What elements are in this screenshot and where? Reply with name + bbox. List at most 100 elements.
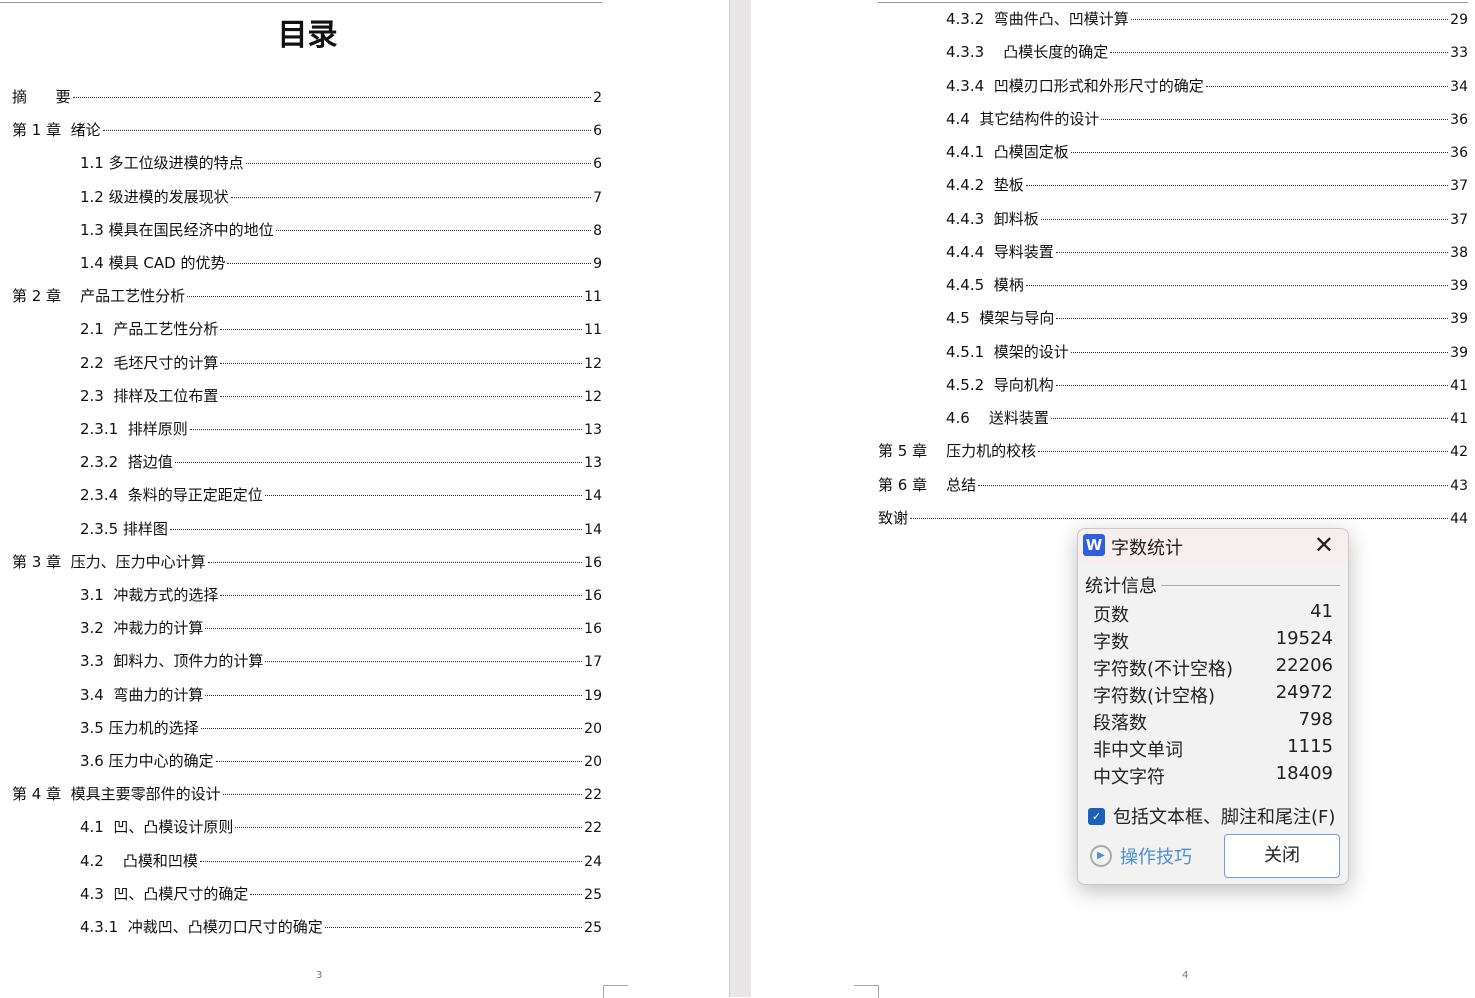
toc-entry-page: 12 — [584, 355, 602, 372]
dot-leader — [910, 517, 1449, 519]
stat-row: 字符数(不计空格) 22206 — [1093, 655, 1333, 681]
toc-entry[interactable]: 4.4.1 凸模固定板 36 — [946, 141, 1468, 163]
include-textbox-footnotes-checkbox[interactable]: ✓ 包括文本框、脚注和尾注(F) — [1088, 803, 1335, 829]
toc-entry[interactable]: 4.3.2 弯曲件凸、凹模计算 29 — [946, 8, 1468, 30]
toc-entry[interactable]: 4.3.1 冲裁凹、凸模刃口尺寸的确定 25 — [80, 916, 602, 938]
toc-entry[interactable]: 4.3.4 凹模刃口形式和外形尺寸的确定 34 — [946, 75, 1468, 97]
toc-entry-page: 37 — [1450, 211, 1468, 228]
toc-entry[interactable]: 4.3.3 凸模长度的确定 33 — [946, 41, 1468, 63]
word-count-dialog: W 字数统计 ✕ 统计信息 页数 41 字数 19524 字符数(不计空格) 22206 字… — [1077, 528, 1349, 885]
dot-leader — [72, 97, 592, 98]
toc-entry-label: 4.5.2 导向机构 — [946, 375, 1054, 394]
toc-entry[interactable]: 3.5 压力机的选择 20 — [80, 717, 602, 739]
toc-entry-label: 4.4.1 凸模固定板 — [946, 143, 1069, 161]
stat-label: 中文字符 — [1093, 767, 1165, 788]
toc-entry-page: 38 — [1450, 244, 1468, 261]
toc-entry-page: 2 — [593, 90, 602, 106]
dot-leader — [1110, 52, 1449, 54]
toc-entry[interactable]: 4.5.1 模架的设计 39 — [946, 341, 1468, 363]
toc-entry-label: 致谢 — [878, 508, 909, 527]
toc-entry[interactable]: 2.3.4 条料的导正定距定位 14 — [80, 484, 602, 506]
toc-entry-page: 11 — [584, 289, 602, 306]
toc-entry-page: 25 — [584, 886, 602, 903]
toc-entry-label: 4.3.4 凹模刃口形式和外形尺寸的确定 — [946, 76, 1204, 95]
toc-entry[interactable]: 1.1 多工位级进模的特点 6 — [80, 152, 602, 174]
toc-entry[interactable]: 2.3.5 排样图 14 — [80, 518, 602, 540]
dot-leader — [1205, 85, 1449, 87]
toc-entry-label: 第 5 章 压力机的校核 — [878, 442, 1037, 461]
dot-leader — [1130, 19, 1449, 20]
toc-entry[interactable]: 3.3 卸料力、顶件力的计算 17 — [80, 650, 602, 672]
toc-entry-page: 33 — [1450, 45, 1468, 62]
toc-entry-label: 4.3.3 凸模长度的确定 — [946, 43, 1109, 62]
toc-entry[interactable]: 3.2 冲裁力的计算 16 — [80, 617, 602, 639]
toc-entry-page: 19 — [584, 687, 602, 704]
toc-entry[interactable]: 第 4 章 模具主要零部件的设计 22 — [12, 783, 602, 805]
dot-leader — [220, 329, 583, 331]
toc-entry[interactable]: 4.4.4 导料装置 38 — [946, 241, 1468, 263]
toc-entry[interactable]: 3.4 弯曲力的计算 19 — [80, 684, 602, 706]
toc-entry-label: 第 1 章 绪论 — [12, 121, 101, 140]
group-label: 统计信息 — [1085, 576, 1157, 597]
toc-entry-label: 第 6 章 总结 — [878, 475, 977, 494]
toc-entry[interactable]: 2.3 排样及工位布置 12 — [80, 385, 602, 407]
toc-entry[interactable]: 4.4.2 垫板 37 — [946, 174, 1468, 196]
toc-entry[interactable]: 第 2 章 产品工艺性分析 11 — [12, 285, 602, 307]
toc-entry[interactable]: 4.4.3 卸料板 37 — [946, 208, 1468, 230]
toc-entry[interactable]: 4.1 凹、凸模设计原则 22 — [80, 816, 602, 838]
toc-entry-page: 12 — [584, 388, 602, 405]
toc-entry[interactable]: 1.4 模具 CAD 的优势 9 — [80, 252, 602, 274]
toc-entry[interactable]: 2.1 产品工艺性分析 11 — [80, 318, 602, 340]
toc-entry-page: 13 — [584, 422, 602, 438]
dot-leader — [199, 860, 583, 862]
toc-entry[interactable]: 1.2 级进模的发展现状 7 — [80, 186, 602, 208]
toc-entry[interactable]: 4.2 凸模和凹模 24 — [80, 850, 602, 872]
toc-entry[interactable]: 4.3 凹、凸模尺寸的确定 25 — [80, 883, 602, 905]
dot-leader — [1055, 251, 1449, 253]
toc-entry[interactable]: 2.2 毛坯尺寸的计算 12 — [80, 352, 602, 374]
toc-entry[interactable]: 1.3 模具在国民经济中的地位 8 — [80, 219, 602, 241]
toc-entry-label: 1.2 级进模的发展现状 — [80, 187, 229, 206]
stat-row: 段落数 798 — [1093, 709, 1333, 735]
toc-entry-page: 39 — [1450, 344, 1468, 361]
stat-row: 非中文单词 1115 — [1093, 736, 1333, 762]
toc-entry-label: 第 4 章 模具主要零部件的设计 — [12, 785, 221, 804]
toc-entry-label: 4.4.2 垫板 — [946, 176, 1024, 195]
toc-entry-page: 13 — [584, 455, 602, 472]
toc-entry[interactable]: 4.4.5 模柄 39 — [946, 274, 1468, 296]
toc-entry[interactable]: 2.3.2 搭边值 13 — [80, 451, 602, 473]
close-button[interactable]: 关闭 — [1224, 834, 1340, 878]
toc-entry[interactable]: 4.5.2 导向机构 41 — [946, 374, 1468, 396]
toc-entry-label: 3.6 压力中心的确定 — [80, 752, 214, 770]
toc-entry-page: 14 — [584, 521, 602, 538]
toc-entry[interactable]: 第 6 章 总结 43 — [878, 474, 1468, 496]
toc-entry[interactable]: 4.4 其它结构件的设计 36 — [946, 108, 1468, 130]
toc-entry[interactable]: 4.6 送料装置 41 — [946, 407, 1468, 429]
toc-entry[interactable]: 摘 要 2 — [12, 86, 602, 108]
stat-value: 18409 — [1275, 763, 1333, 784]
toc-entry[interactable]: 致谢 44 — [878, 507, 1468, 529]
toc-entry-label: 2.2 毛坯尺寸的计算 — [80, 353, 219, 372]
toc-entry[interactable]: 3.6 压力中心的确定 20 — [80, 750, 602, 772]
toc-entry[interactable]: 第 1 章 绪论 6 — [12, 119, 602, 141]
toc-entry-label: 2.3.1 排样原则 — [80, 420, 188, 438]
toc-entry[interactable]: 2.3.1 排样原则 13 — [80, 418, 602, 440]
toc-entry-page: 44 — [1450, 510, 1468, 527]
dot-leader — [187, 296, 583, 298]
toc-entry[interactable]: 第 3 章 压力、压力中心计算 16 — [12, 551, 602, 573]
tips-link[interactable]: ▶ 操作技巧 — [1090, 843, 1192, 869]
close-icon[interactable]: ✕ — [1314, 531, 1334, 559]
toc-entry[interactable]: 3.1 冲裁方式的选择 16 — [80, 584, 602, 606]
dot-leader — [1038, 451, 1449, 453]
dot-leader — [1050, 418, 1449, 419]
toc-entry[interactable]: 第 5 章 压力机的校核 42 — [878, 440, 1468, 462]
dialog-title: 字数统计 — [1111, 538, 1183, 559]
toc-entry-label: 2.3.2 搭边值 — [80, 453, 173, 472]
toc-entry-label: 3.4 弯曲力的计算 — [80, 685, 204, 704]
dot-leader — [1055, 384, 1449, 386]
dot-leader — [265, 661, 583, 663]
toc-entry[interactable]: 4.5 模架与导向 39 — [946, 307, 1468, 329]
header-line — [878, 2, 1468, 3]
dot-leader — [275, 229, 592, 231]
checkmark-icon: ✓ — [1088, 807, 1105, 825]
